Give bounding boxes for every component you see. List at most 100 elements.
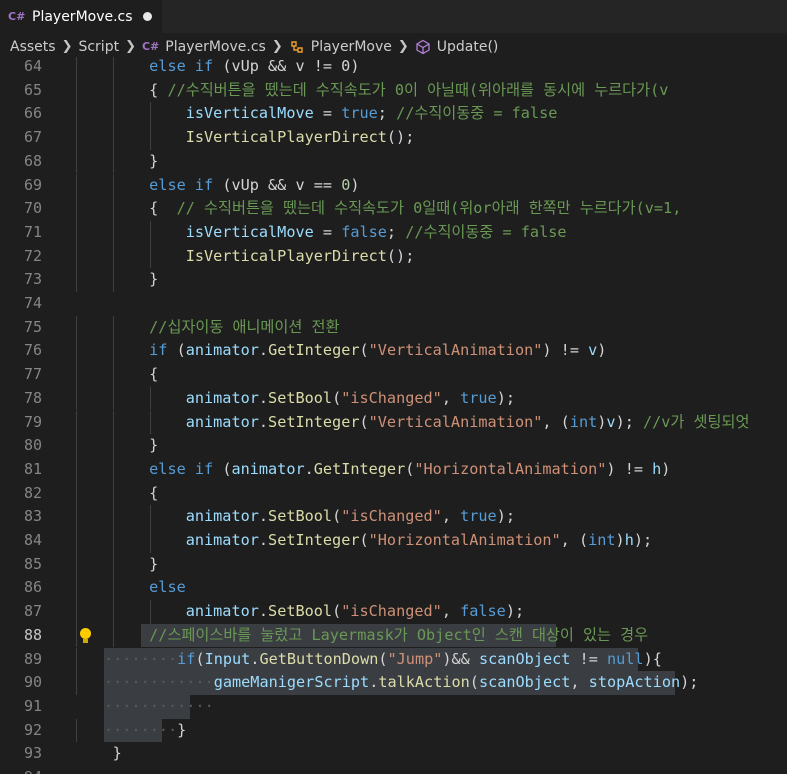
code-token: talkAction <box>378 673 470 692</box>
code-text: if (animator.GetInteger("VerticalAnimati… <box>76 339 606 363</box>
code-token: true <box>341 104 378 123</box>
code-line[interactable]: 82 { <box>0 481 787 506</box>
code-token: = <box>313 222 342 241</box>
code-token: //수직버튼을 뗐는데 수직속도가 0이 아닐때(위아래를 동시에 누르다가(v <box>167 80 669 99</box>
code-text: { <box>76 482 158 506</box>
code-token: ) <box>615 531 625 549</box>
code-token: int <box>588 531 616 549</box>
line-number: 90 <box>23 673 42 692</box>
chevron-right-icon: ❯ <box>125 39 136 54</box>
code-token: { <box>149 483 159 502</box>
code-line[interactable]: 90 ············gameManigerScript.talkActi… <box>0 671 787 695</box>
breadcrumb-assets[interactable]: Assets <box>10 39 56 55</box>
code-line[interactable]: 94 <box>0 766 787 774</box>
editor-tab-playermove[interactable]: C# PlayerMove.cs <box>0 0 162 33</box>
code-token: // 수직버튼을 뗐는데 수직속도가 0일때(위or아래 한쪽만 누르다가(v=… <box>176 199 682 218</box>
indent-guide <box>76 647 77 672</box>
line-number: 75 <box>23 317 42 336</box>
code-token: if <box>177 649 196 668</box>
code-token: ); <box>496 388 515 407</box>
code-line[interactable]: 92 ········} <box>0 718 787 743</box>
code-line[interactable]: 69 else if (vUp && v == 0) <box>0 173 787 198</box>
chevron-right-icon: ❯ <box>61 39 73 54</box>
unsaved-dot-icon[interactable] <box>142 12 152 21</box>
code-line[interactable]: 73 } <box>0 268 787 292</box>
code-token: ( <box>195 649 205 668</box>
indent-guide <box>76 671 77 695</box>
code-token: ); <box>496 507 515 526</box>
code-token: )&& <box>442 649 479 668</box>
code-line[interactable]: 71 isVerticalMove = false; //수직이동중 = fal… <box>0 220 787 245</box>
code-line[interactable]: 78 animator.SetBool("isChanged", true); <box>0 386 787 411</box>
code-line[interactable]: 89 ········if(Input.GetButtonDown("Jump")… <box>0 647 787 672</box>
code-token: { <box>149 365 159 384</box>
method-cube-icon <box>415 39 431 55</box>
code-token: else if <box>149 175 214 194</box>
code-token: } <box>112 744 122 763</box>
code-text: { <box>76 363 158 387</box>
code-token: { <box>149 199 177 218</box>
code-line[interactable]: 66 isVerticalMove = true; //수직이동중 = fals… <box>0 102 787 127</box>
code-token: , <box>441 507 461 526</box>
breadcrumb-file[interactable]: PlayerMove.cs <box>165 39 266 55</box>
code-token: stopAction <box>588 673 681 692</box>
code-token: "HorizontalAnimation" <box>368 531 561 549</box>
line-number: 92 <box>23 720 42 739</box>
code-token: ( <box>332 602 342 621</box>
code-line[interactable]: 80 } <box>0 434 787 458</box>
code-text: //십자이동 애니메이션 전환 <box>76 316 339 340</box>
breadcrumb-script[interactable]: Script <box>78 39 119 55</box>
code-token: //십자이동 애니메이션 전환 <box>149 317 340 336</box>
code-token: ); <box>615 412 643 431</box>
code-line[interactable]: 81 else if (animator.GetInteger("Horizon… <box>0 457 787 482</box>
code-line[interactable]: 67 IsVerticalPlayerDirect(); <box>0 126 787 150</box>
code-text: } <box>76 150 158 174</box>
code-token: scanObject <box>478 649 571 668</box>
code-line[interactable]: 64 else if (vUp && v != 0) <box>0 57 787 79</box>
code-text: ········if(Input.GetButtonDown("Jump")&&… <box>104 648 662 672</box>
code-token: animator <box>185 412 259 431</box>
code-token: } <box>177 720 187 739</box>
code-token: true <box>460 388 497 407</box>
code-line[interactable]: 76 if (animator.GetInteger("VerticalAnim… <box>0 339 787 364</box>
code-token: . <box>258 388 269 407</box>
code-line[interactable]: 65 { //수직버튼을 뗐는데 수직속도가 0이 아닐때(위아래를 동시에 누… <box>0 78 787 103</box>
code-token: gameManigerScript <box>213 673 370 692</box>
code-line[interactable]: 75 //십자이동 애니메이션 전환 <box>0 315 787 340</box>
code-line[interactable]: 70 { // 수직버튼을 뗐는데 수직속도가 0일때(위or아래 한쪽만 누르… <box>0 197 787 221</box>
code-line[interactable]: 88 //스페이스바를 눌렀고 Layermask가 Object인 스캔 대상… <box>0 623 787 648</box>
code-line[interactable]: 72 IsVerticalPlayerDirect(); <box>0 244 787 269</box>
class-icon <box>289 39 305 55</box>
code-line[interactable]: 74 <box>0 292 787 316</box>
tab-bar: C# PlayerMove.cs <box>0 0 787 33</box>
code-token: ( <box>359 531 369 549</box>
code-editor[interactable]: 64 else if (vUp && v != 0) 65 { //수직버튼을 뗐… <box>0 57 787 774</box>
code-line[interactable]: 85 } <box>0 552 787 577</box>
whitespace-marker: ············ <box>104 673 214 692</box>
code-token: //v가 셋팅되엇 <box>643 412 750 431</box>
code-line[interactable]: 87 animator.SetBool("isChanged", false); <box>0 600 787 624</box>
code-token: SetInteger <box>268 412 360 431</box>
whitespace-marker: ············ <box>104 696 214 715</box>
line-number: 73 <box>23 270 42 289</box>
code-line[interactable]: 79 animator.SetInteger("VerticalAnimatio… <box>0 410 787 435</box>
code-token: animator <box>185 341 259 360</box>
code-token: . <box>369 673 379 692</box>
code-line[interactable]: 84 animator.SetInteger("HorizontalAnimat… <box>0 529 787 553</box>
code-token: //수직이동중 = false <box>396 104 558 123</box>
code-token: . <box>304 459 314 478</box>
code-token: (); <box>386 128 415 147</box>
code-line[interactable]: 86 else <box>0 576 787 601</box>
code-line[interactable]: 93 } <box>0 742 787 766</box>
code-token: ( <box>405 459 415 478</box>
code-token: else <box>149 578 186 597</box>
breadcrumb-class[interactable]: PlayerMove <box>311 39 392 55</box>
code-line[interactable]: 77 { <box>0 363 787 387</box>
code-text: else if (vUp && v != 0) <box>76 57 359 79</box>
code-line[interactable]: 91 ············ <box>0 694 787 719</box>
code-token: (vUp && v != 0) <box>213 57 360 75</box>
code-token: . <box>258 531 269 549</box>
code-line[interactable]: 68 } <box>0 149 787 174</box>
breadcrumb-method[interactable]: Update() <box>437 39 499 55</box>
code-line[interactable]: 83 animator.SetBool("isChanged", true); <box>0 505 787 529</box>
